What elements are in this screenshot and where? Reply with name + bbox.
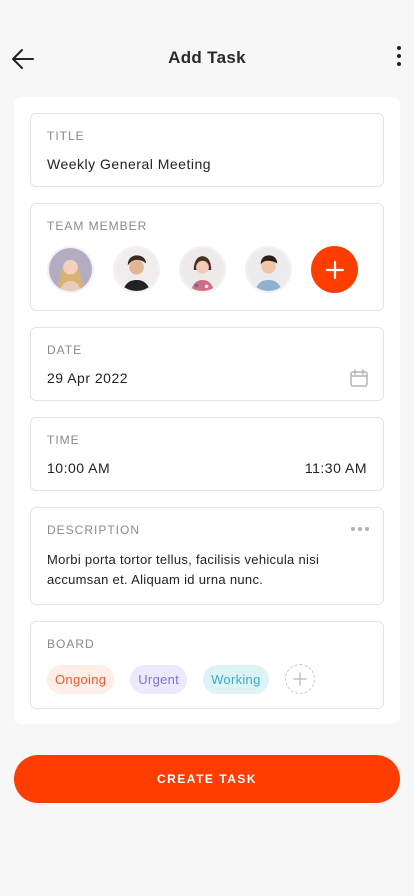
description-field[interactable]: DESCRIPTION Morbi porta tortor tellus, f…	[30, 507, 384, 605]
page-title: Add Task	[168, 48, 246, 67]
more-options-button[interactable]	[394, 46, 404, 70]
date-field[interactable]: DATE 29 Apr 2022	[30, 327, 384, 401]
tag-ongoing[interactable]: Ongoing	[47, 664, 115, 694]
avatar-man-smiling[interactable]	[245, 246, 292, 293]
title-input[interactable]: Weekly General Meeting	[47, 156, 211, 172]
tag-urgent[interactable]: Urgent	[130, 664, 188, 694]
title-field[interactable]: TITLE Weekly General Meeting	[30, 113, 384, 187]
time-label: TIME	[47, 433, 80, 447]
avatar-man-dark-hair[interactable]	[113, 246, 160, 293]
add-member-button[interactable]	[311, 246, 358, 293]
date-label: DATE	[47, 343, 83, 357]
start-time[interactable]: 10:00 AM	[47, 460, 110, 476]
add-tag-button[interactable]	[284, 664, 315, 694]
more-vertical-icon	[397, 46, 401, 50]
description-label: DESCRIPTION	[47, 523, 141, 537]
tag-working[interactable]: Working	[203, 664, 269, 694]
time-field[interactable]: TIME 10:00 AM 11:30 AM	[30, 417, 384, 491]
plus-icon	[292, 672, 307, 686]
task-form-card: TITLE Weekly General Meeting TEAM MEMBER…	[14, 97, 400, 724]
team-member-field: TEAM MEMBER	[30, 203, 384, 311]
avatar-woman-blonde[interactable]	[47, 246, 94, 293]
board-label: BOARD	[47, 637, 95, 651]
avatar-woman-floral[interactable]	[179, 246, 226, 293]
create-task-button[interactable]: CREATE TASK	[14, 755, 400, 803]
more-horizontal-icon	[351, 527, 355, 531]
end-time[interactable]: 11:30 AM	[305, 460, 367, 476]
description-text[interactable]: Morbi porta tortor tellus, facilisis veh…	[47, 550, 367, 590]
date-value[interactable]: 29 Apr 2022	[47, 370, 128, 386]
avatar-list	[47, 246, 358, 293]
title-label: TITLE	[47, 129, 85, 143]
board-tags: Ongoing Urgent Working	[47, 664, 315, 694]
board-field: BOARD Ongoing Urgent Working	[30, 621, 384, 709]
team-member-label: TEAM MEMBER	[47, 219, 148, 233]
plus-icon	[325, 260, 344, 279]
description-menu-button[interactable]	[351, 527, 369, 531]
calendar-icon[interactable]	[349, 368, 369, 388]
